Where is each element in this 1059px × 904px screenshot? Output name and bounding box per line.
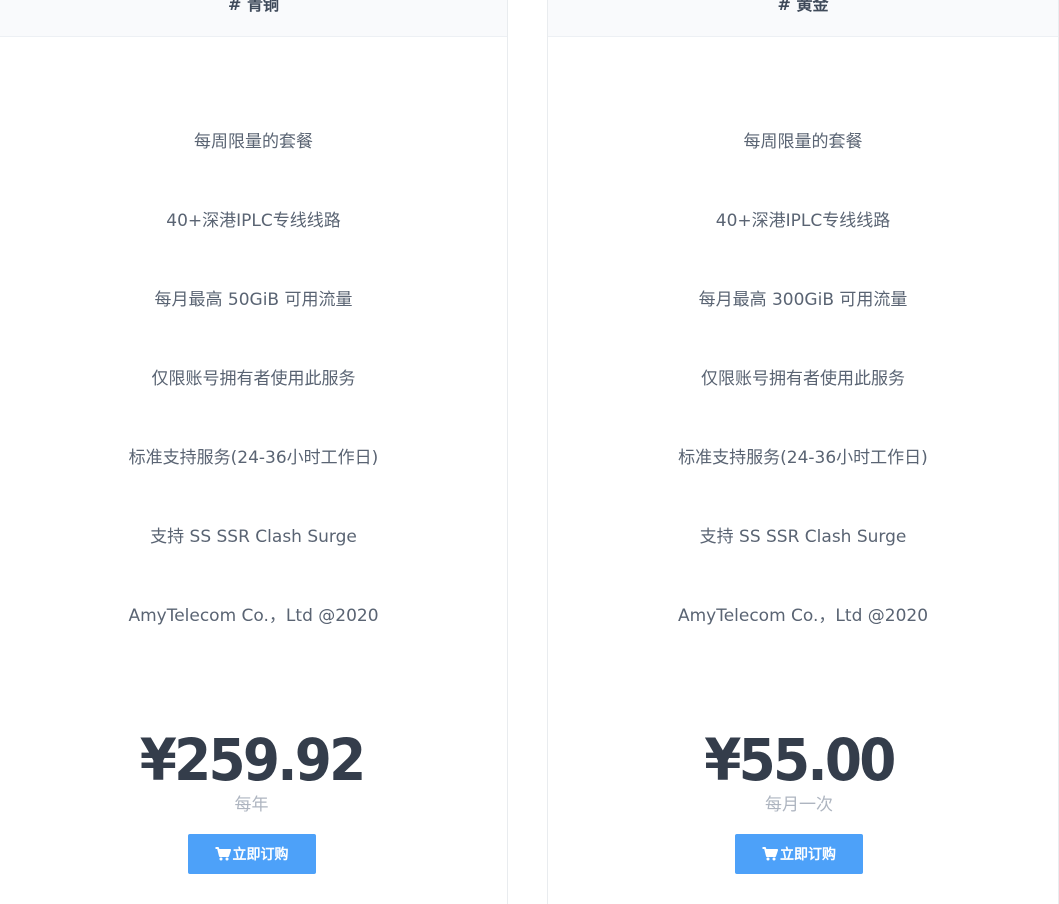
plan-title: # 黄金 <box>777 0 829 14</box>
plan-header: # 黄金 <box>548 0 1058 37</box>
feature-item: 40+深港IPLC专线线路 <box>166 211 341 231</box>
feature-item: 每周限量的套餐 <box>743 132 863 152</box>
feature-item: 每月最高 300GiB 可用流量 <box>698 290 908 310</box>
feature-item: 支持 SS SSR Clash Surge <box>699 527 907 547</box>
subscribe-button[interactable]: 立即订购 <box>735 834 863 874</box>
plan-title: # 青铜 <box>228 0 279 14</box>
plan-card-bronze: # 青铜 每周限量的套餐 40+深港IPLC专线线路 每月最高 50GiB 可用… <box>0 0 508 904</box>
feature-item: AmyTelecom Co.，Ltd @2020 <box>677 606 929 626</box>
subscribe-button-label: 立即订购 <box>232 847 289 863</box>
feature-list: 每周限量的套餐 40+深港IPLC专线线路 每月最高 300GiB 可用流量 仅… <box>548 127 1058 680</box>
price-block: ¥55.00 每月一次 立即订购 <box>544 722 1054 874</box>
feature-list: 每周限量的套餐 40+深港IPLC专线线路 每月最高 50GiB 可用流量 仅限… <box>0 127 507 680</box>
feature-item: 每周限量的套餐 <box>194 132 313 152</box>
subscribe-button[interactable]: 立即订购 <box>187 834 316 874</box>
subscribe-button-label: 立即订购 <box>780 847 836 863</box>
feature-item: 仅限账号拥有者使用此服务 <box>151 369 356 389</box>
plan-header: # 青铜 <box>0 0 507 37</box>
price-block: ¥259.92 每年 立即订购 <box>0 722 505 874</box>
feature-item: 40+深港IPLC专线线路 <box>715 211 891 231</box>
feature-item: 标准支持服务(24-36小时工作日) <box>128 448 379 468</box>
plan-price: ¥55.00 <box>704 726 896 794</box>
feature-item: 每月最高 50GiB 可用流量 <box>154 290 353 310</box>
plan-card-gold: # 黄金 每周限量的套餐 40+深港IPLC专线线路 每月最高 300GiB 可… <box>547 0 1059 904</box>
plan-price: ¥259.92 <box>139 726 366 794</box>
feature-item: 支持 SS SSR Clash Surge <box>150 527 357 547</box>
feature-item: AmyTelecom Co.，Ltd @2020 <box>128 606 379 626</box>
cart-icon <box>215 847 231 861</box>
pricing-section: # 青铜 每周限量的套餐 40+深港IPLC专线线路 每月最高 50GiB 可用… <box>0 0 1059 904</box>
feature-item: 标准支持服务(24-36小时工作日) <box>678 448 928 468</box>
feature-item: 仅限账号拥有者使用此服务 <box>701 369 905 389</box>
cart-icon <box>762 847 778 861</box>
